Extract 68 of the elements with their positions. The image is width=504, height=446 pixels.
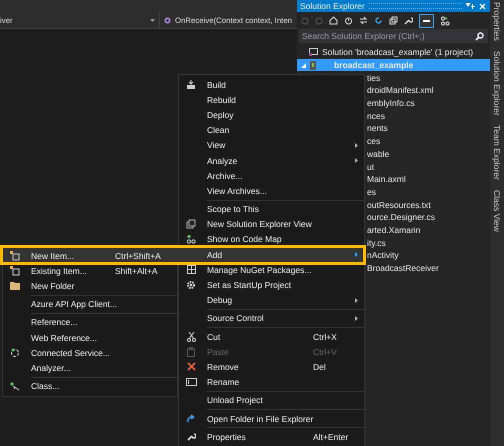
side-tab[interactable]: Team Explorer — [492, 125, 502, 180]
service-icon — [10, 348, 20, 358]
menu-item[interactable]: Source Control — [179, 310, 364, 326]
menu-item[interactable]: Set as StartUp Project — [179, 277, 364, 293]
side-tab[interactable]: Solution Explorer — [492, 50, 502, 116]
code-map-icon — [186, 234, 196, 244]
new-item-icon — [10, 250, 20, 261]
menu-item[interactable]: Azure API App Client... — [3, 296, 177, 312]
menu-item[interactable]: Class... — [3, 378, 177, 394]
diagram-icon[interactable] — [440, 16, 450, 26]
close-icon[interactable] — [479, 2, 486, 10]
method-icon — [164, 16, 171, 24]
clipboard-icon — [187, 346, 195, 357]
dropdown-arrow-icon — [150, 18, 155, 22]
menu-item[interactable]: Show on Code Map — [179, 232, 364, 248]
menu-item[interactable]: Deploy — [179, 107, 364, 123]
solution-icon — [309, 48, 318, 56]
sync-icon[interactable] — [359, 16, 368, 25]
menu-item[interactable]: Remove Del — [179, 359, 364, 375]
menu-item[interactable]: Existing Item... Shift+Alt+A — [3, 263, 177, 278]
windows-icon — [186, 219, 196, 230]
side-tab[interactable]: Class View — [492, 190, 502, 232]
new-item-icon — [10, 266, 20, 276]
menu-item[interactable]: Analyzer... — [3, 360, 177, 376]
menu-item[interactable]: Add — [179, 247, 364, 262]
menu-item[interactable]: Rebuild — [179, 92, 364, 108]
menu-item[interactable]: Reference... — [3, 314, 177, 330]
tree-item[interactable]: Solution 'broadcast_example' (1 project) — [297, 46, 490, 59]
project-icon — [310, 60, 316, 70]
menu-item[interactable]: Debug — [179, 292, 364, 308]
menu-item[interactable]: Unload Project — [179, 392, 364, 408]
menu-item[interactable]: Manage NuGet Packages... — [179, 262, 364, 278]
menu-item[interactable]: Rename — [179, 374, 364, 390]
menu-item[interactable]: Web Reference... — [3, 330, 177, 346]
menu-item[interactable]: New Solution Explorer View — [179, 216, 364, 232]
menu-item[interactable]: Build — [179, 77, 364, 92]
grid-icon — [186, 265, 196, 274]
side-tab[interactable]: Properties — [492, 2, 502, 41]
search-field[interactable]: Search Solution Explorer (Ctrl+;) — [299, 29, 488, 43]
menu-item[interactable]: Scope to This — [179, 202, 364, 217]
menu-item[interactable]: View Archives... — [179, 183, 364, 198]
class-icon — [10, 382, 20, 391]
menu-item[interactable]: Connected Service... — [3, 345, 177, 360]
menu-item[interactable]: Clean — [179, 122, 364, 138]
redo-arrow-icon — [186, 414, 196, 424]
preview-icon[interactable] — [419, 14, 434, 28]
menu-item[interactable]: Open Folder in File Explorer — [179, 410, 364, 426]
timer-icon[interactable] — [344, 16, 353, 25]
menu-item[interactable]: Analyze — [179, 152, 364, 168]
search-icon — [475, 32, 484, 40]
scissors-icon — [186, 332, 196, 342]
refresh-icon[interactable] — [374, 16, 383, 25]
menu-item[interactable]: New Folder — [3, 278, 177, 294]
menu-item[interactable]: New Item... Ctrl+Shift+A — [3, 248, 177, 264]
build-icon — [186, 80, 196, 90]
expand-icon[interactable] — [301, 62, 306, 68]
menu-item[interactable]: Archive... — [179, 168, 364, 184]
pin-icon[interactable] — [466, 2, 475, 10]
menu-item[interactable]: Cut Ctrl+X — [179, 329, 364, 344]
settings-icon — [186, 280, 196, 290]
panel-title: Solution Explorer — [300, 1, 365, 11]
home-icon[interactable] — [329, 16, 338, 25]
rename-icon — [186, 378, 196, 386]
folder-icon — [10, 281, 20, 290]
cross-icon — [186, 362, 196, 372]
menu-item[interactable]: Properties Alt+Enter — [179, 429, 364, 444]
menu-item[interactable]: View — [179, 138, 364, 153]
copy-icon[interactable] — [389, 16, 398, 25]
